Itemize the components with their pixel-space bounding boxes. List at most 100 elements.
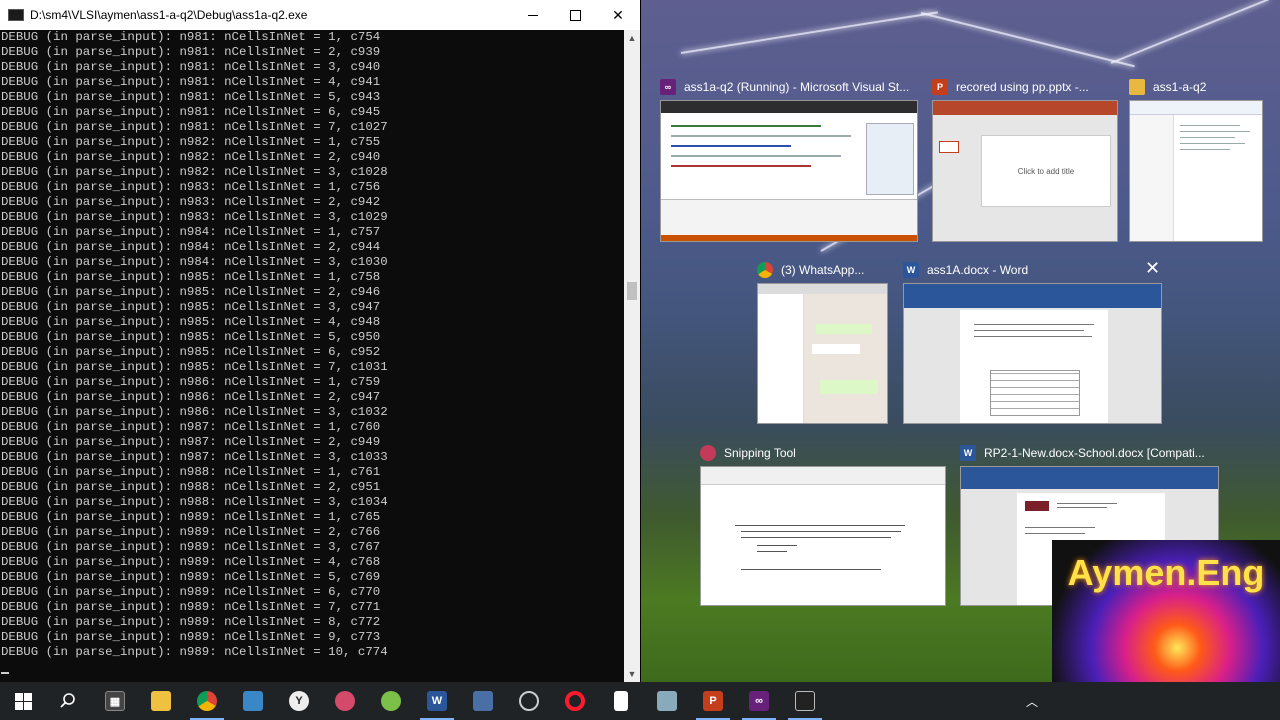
console-log-line: DEBUG (in parse_input): n984: nCellsInNe… xyxy=(1,225,381,239)
preview-text-line xyxy=(735,525,905,526)
taskbar-visual-studio[interactable]: ∞ xyxy=(736,682,782,720)
slide-title-placeholder: Click to add title xyxy=(1017,166,1075,176)
window-title: ass1a-q2 (Running) - Microsoft Visual St… xyxy=(684,80,910,94)
taskbar-app[interactable] xyxy=(506,682,552,720)
console-log-line: DEBUG (in parse_input): n984: nCellsInNe… xyxy=(1,240,381,254)
window-header: (3) WhatsApp... xyxy=(757,259,864,281)
powerpoint-icon: P xyxy=(703,691,723,711)
preview-file-row xyxy=(1180,143,1245,144)
taskbar-app[interactable] xyxy=(230,682,276,720)
start-icon xyxy=(14,692,32,710)
preview-code-line xyxy=(671,165,811,167)
screen: D:\sm4\VLSI\aymen\ass1-a-q2\Debug\ass1a-… xyxy=(0,0,1280,720)
window-title: RP2-1-New.docx-School.docx [Compati... xyxy=(984,446,1205,460)
chrome-icon xyxy=(197,691,217,711)
console-titlebar[interactable]: D:\sm4\VLSI\aymen\ass1-a-q2\Debug\ass1a-… xyxy=(0,0,640,30)
close-window-icon[interactable]: ✕ xyxy=(1145,258,1160,279)
word-icon: W xyxy=(903,262,919,278)
console-log-line: DEBUG (in parse_input): n989: nCellsInNe… xyxy=(1,540,381,554)
visual-studio-icon: ∞ xyxy=(749,691,769,711)
taskbar-app[interactable]: Y xyxy=(276,682,322,720)
taskbar-powerpoint[interactable]: P xyxy=(690,682,736,720)
preview-text-line xyxy=(1025,527,1095,528)
preview-ribbon xyxy=(904,284,1161,308)
console-app-icon xyxy=(8,9,24,21)
preview-code-line xyxy=(671,155,841,157)
preview-text-line xyxy=(974,336,1092,337)
taskbar-console[interactable] xyxy=(782,682,828,720)
console-log-line: DEBUG (in parse_input): n985: nCellsInNe… xyxy=(1,345,381,359)
scroll-thumb[interactable] xyxy=(627,282,637,300)
console-log-line: DEBUG (in parse_input): n981: nCellsInNe… xyxy=(1,60,381,74)
opera-icon xyxy=(565,691,585,711)
console-log-line: DEBUG (in parse_input): n981: nCellsInNe… xyxy=(1,90,381,104)
preview-toolbar xyxy=(661,101,917,113)
console-log-line: DEBUG (in parse_input): n981: nCellsInNe… xyxy=(1,30,381,44)
preview-text-line xyxy=(757,551,787,552)
console-log-line: DEBUG (in parse_input): n986: nCellsInNe… xyxy=(1,390,381,404)
console-log-line: DEBUG (in parse_input): n984: nCellsInNe… xyxy=(1,255,388,269)
preview-text-line xyxy=(757,545,797,546)
start-button[interactable] xyxy=(0,682,46,720)
word-icon: W xyxy=(960,445,976,461)
console-output[interactable]: DEBUG (in parse_input): n981: nCellsInNe… xyxy=(0,30,624,682)
console-window[interactable]: D:\sm4\VLSI\aymen\ass1-a-q2\Debug\ass1a-… xyxy=(0,0,640,682)
console-log-line: DEBUG (in parse_input): n985: nCellsInNe… xyxy=(1,315,381,329)
scroll-up-icon[interactable]: ▲ xyxy=(624,30,640,46)
console-log-line: DEBUG (in parse_input): n989: nCellsInNe… xyxy=(1,525,381,539)
preview-code-line xyxy=(671,145,791,147)
text-cursor xyxy=(1,672,9,674)
taskbar-chrome[interactable] xyxy=(184,682,230,720)
window-header: Snipping Tool xyxy=(700,442,796,464)
console-log-line: DEBUG (in parse_input): n985: nCellsInNe… xyxy=(1,330,381,344)
console-log-line: DEBUG (in parse_input): n985: nCellsInNe… xyxy=(1,285,381,299)
maximize-button[interactable] xyxy=(553,0,597,30)
app-icon: Y xyxy=(289,691,309,711)
taskbar-file[interactable] xyxy=(598,682,644,720)
window-header: ass1-a-q2 xyxy=(1129,76,1206,98)
tray-chevron-up-icon[interactable]: ︿ xyxy=(1020,682,1044,720)
console-log-line: DEBUG (in parse_input): n986: nCellsInNe… xyxy=(1,375,381,389)
taskbar-word[interactable]: W xyxy=(414,682,460,720)
console-log-line: DEBUG (in parse_input): n989: nCellsInNe… xyxy=(1,600,381,614)
window-header: P recored using pp.pptx -... xyxy=(932,76,1089,98)
folder-icon xyxy=(1129,79,1145,95)
file-explorer-icon xyxy=(151,691,171,711)
snipping-tool-icon xyxy=(700,445,716,461)
preview-text-line xyxy=(741,569,881,570)
minimize-button[interactable] xyxy=(511,0,555,30)
console-log-line: DEBUG (in parse_input): n989: nCellsInNe… xyxy=(1,645,388,659)
search-button[interactable] xyxy=(45,682,91,720)
taskbar-app[interactable] xyxy=(460,682,506,720)
taskbar-calculator[interactable]: ▦ xyxy=(92,682,138,720)
console-scrollbar[interactable]: ▲ ▼ xyxy=(624,30,640,682)
taskbar-app[interactable] xyxy=(322,682,368,720)
taskbar-app[interactable] xyxy=(368,682,414,720)
console-log-line: DEBUG (in parse_input): n982: nCellsInNe… xyxy=(1,135,381,149)
taskbar-file-explorer[interactable] xyxy=(138,682,184,720)
console-log-line: DEBUG (in parse_input): n983: nCellsInNe… xyxy=(1,210,388,224)
app-icon xyxy=(243,691,263,711)
window-preview: Click to add title xyxy=(932,100,1118,242)
preview-toolbar xyxy=(701,467,945,485)
taskbar-app[interactable] xyxy=(644,682,690,720)
window-preview xyxy=(757,283,888,424)
slide-canvas: Click to add title xyxy=(981,135,1111,207)
wallpaper-lightning xyxy=(920,12,1135,68)
window-preview xyxy=(903,283,1162,424)
search-icon xyxy=(60,693,75,708)
close-button[interactable]: ✕ xyxy=(596,0,640,30)
console-title: D:\sm4\VLSI\aymen\ass1-a-q2\Debug\ass1a-… xyxy=(30,8,308,22)
slide-thumbnail xyxy=(939,141,959,153)
preview-ribbon xyxy=(1130,101,1262,115)
preview-message xyxy=(820,380,878,394)
taskbar-opera[interactable] xyxy=(552,682,598,720)
console-log-line: DEBUG (in parse_input): n989: nCellsInNe… xyxy=(1,615,381,629)
console-log-line: DEBUG (in parse_input): n981: nCellsInNe… xyxy=(1,75,381,89)
window-header: ∞ ass1a-q2 (Running) - Microsoft Visual … xyxy=(660,76,909,98)
watermark-text: Aymen.Eng xyxy=(1067,552,1265,593)
console-log-line: DEBUG (in parse_input): n988: nCellsInNe… xyxy=(1,480,381,494)
scroll-down-icon[interactable]: ▼ xyxy=(624,666,640,682)
preview-table xyxy=(990,370,1080,416)
wallpaper-lightning xyxy=(1110,0,1269,64)
